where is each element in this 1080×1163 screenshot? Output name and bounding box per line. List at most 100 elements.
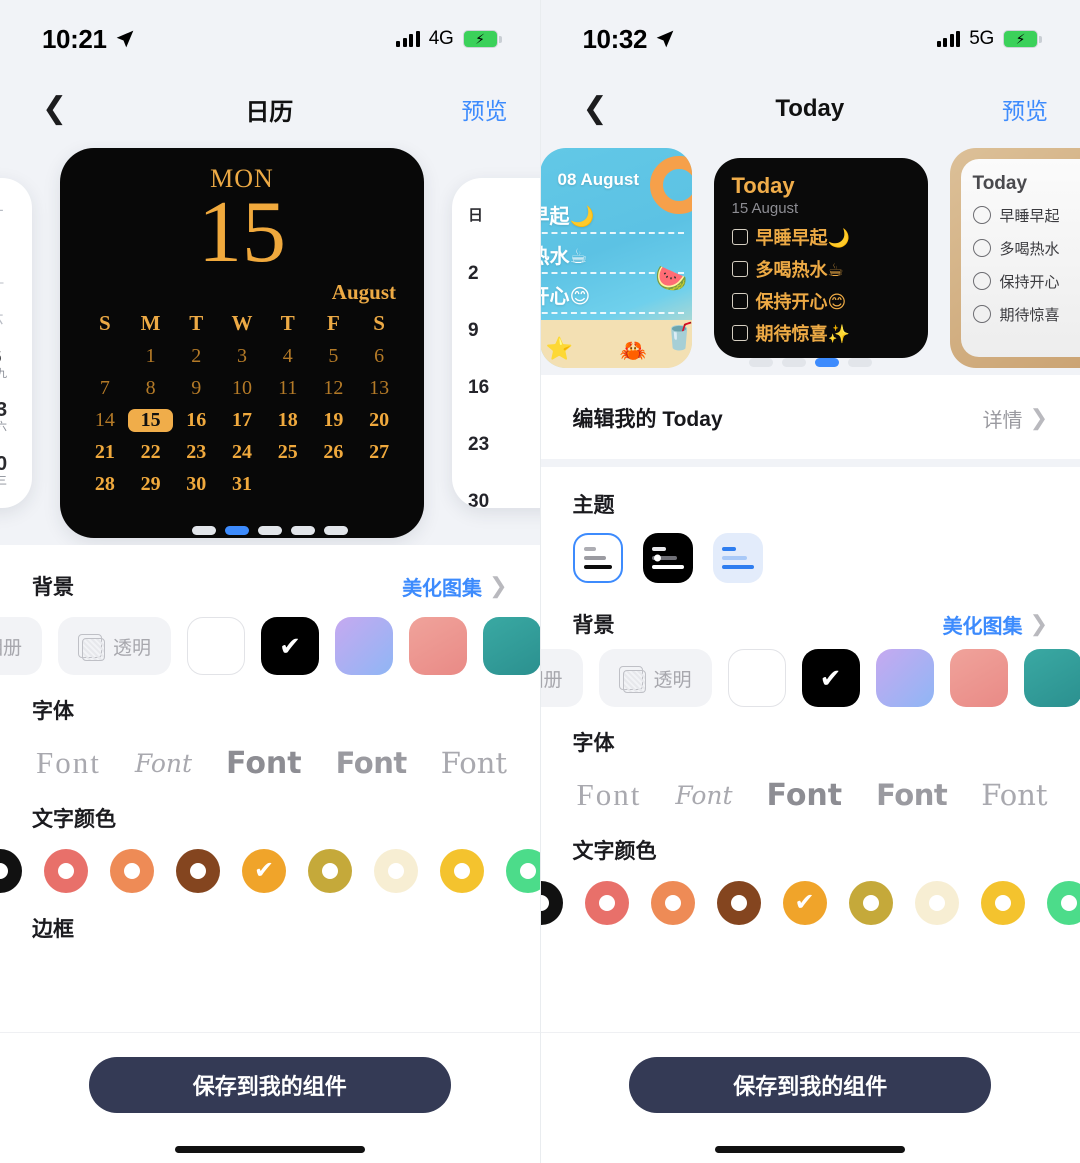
text-color-red[interactable]: [44, 849, 88, 893]
background-swatch-purple[interactable]: [875, 649, 934, 707]
font-option[interactable]: Font: [226, 746, 302, 781]
font-sample-strip[interactable]: Font Font Font Font Font F: [36, 735, 540, 781]
chevron-right-icon: ❯: [1029, 405, 1048, 430]
font-option[interactable]: Font: [336, 746, 408, 780]
carousel-card-prev[interactable]: 一 · — 六 6初九 13十六 20廿三 27八月: [0, 177, 32, 508]
background-swatch-pink[interactable]: [949, 649, 1008, 707]
carousel-card-next[interactable]: 日 2 9 16 23 30: [452, 177, 540, 508]
save-to-my-widgets-button[interactable]: 保存到我的组件: [629, 1057, 992, 1113]
carousel-page-dots[interactable]: [0, 526, 540, 535]
widget-preview-carousel[interactable]: 08 August 早起🌙 热水☕ 开心😊 惊喜✨ ⭐ 🦀 🍉 🥤 Today: [540, 140, 1080, 375]
text-color-strip[interactable]: ✔: [0, 843, 540, 893]
background-swatch-black-selected[interactable]: ✔: [801, 649, 860, 707]
checkbox-icon: [731, 292, 748, 309]
text-color-amber-selected[interactable]: ✔: [242, 849, 286, 893]
text-color-olive[interactable]: [848, 881, 893, 925]
text-color-orange[interactable]: [650, 881, 695, 925]
text-color-red[interactable]: [584, 881, 629, 925]
details-link[interactable]: 详情 ❯: [983, 404, 1048, 433]
beautify-gallery-link[interactable]: 美化图集 ❯: [402, 572, 507, 601]
text-color-brown[interactable]: [716, 881, 761, 925]
page-dot[interactable]: [781, 358, 806, 367]
page-dot[interactable]: [748, 358, 773, 367]
calendar-widget-preview[interactable]: MON 15 August S M T W T F S 1 2 3 4 5 6 …: [60, 147, 424, 538]
font-option[interactable]: Font: [577, 777, 642, 813]
back-button[interactable]: ❮: [573, 90, 618, 128]
font-section-header: 字体: [0, 675, 540, 735]
album-chip[interactable]: 相册: [0, 617, 43, 675]
background-label: 背景: [32, 576, 74, 599]
today-widget-item: 保持开心😊: [731, 288, 910, 314]
font-option[interactable]: Font: [675, 781, 732, 810]
text-color-green[interactable]: [506, 849, 540, 893]
page-dot-active[interactable]: [224, 526, 249, 535]
mini-cal-row: 20廿三: [0, 452, 8, 487]
preview-button[interactable]: 预览: [1002, 92, 1048, 126]
wood-theme-widget-preview[interactable]: Today 早睡早起 多喝热水 保持开心 期待惊喜: [949, 147, 1080, 368]
background-swatch-teal[interactable]: [483, 617, 540, 675]
font-option[interactable]: Font: [441, 746, 507, 780]
background-swatch-purple[interactable]: [335, 617, 394, 675]
beautify-gallery-link[interactable]: 美化图集 ❯: [943, 610, 1048, 639]
text-color-black[interactable]: [0, 849, 22, 893]
status-time: 10:21: [42, 23, 107, 54]
text-color-cream[interactable]: [914, 881, 959, 925]
transparent-chip[interactable]: 透明: [58, 617, 172, 675]
text-color-yellow[interactable]: [440, 849, 484, 893]
text-color-orange[interactable]: [110, 849, 154, 893]
background-swatch-strip[interactable]: 相册 透明 ✔: [0, 617, 540, 675]
album-chip[interactable]: 相册: [540, 649, 583, 707]
page-dot[interactable]: [323, 526, 348, 535]
font-option[interactable]: Font: [767, 778, 843, 813]
font-sample-strip[interactable]: Font Font Font Font Font F: [577, 767, 1080, 813]
page-dot[interactable]: [847, 358, 872, 367]
back-button[interactable]: ❮: [32, 90, 77, 128]
day-cell: 2: [191, 344, 202, 367]
today-item-label: 期待惊喜✨: [755, 323, 850, 344]
background-swatch-white[interactable]: [187, 617, 246, 675]
page-dot-active[interactable]: [814, 358, 839, 367]
text-color-amber-selected[interactable]: ✔: [782, 881, 827, 925]
font-option[interactable]: Font: [135, 749, 192, 778]
preview-button[interactable]: 预览: [461, 92, 507, 126]
theme-option-strip[interactable]: [541, 529, 1080, 601]
mini-cal-row: 13十六: [0, 399, 8, 434]
carousel-page-dots[interactable]: [541, 358, 1080, 367]
text-color-yellow[interactable]: [980, 881, 1025, 925]
theme-option-light-selected[interactable]: [572, 533, 623, 583]
widget-preview-carousel[interactable]: 一 · — 六 6初九 13十六 20廿三 27八月 MON 15 August: [0, 140, 540, 545]
text-color-green[interactable]: [1046, 881, 1080, 925]
page-dot[interactable]: [191, 526, 216, 535]
status-bar: 10:32 5G ⚡: [540, 0, 1080, 78]
font-option[interactable]: Font: [36, 745, 101, 781]
background-swatch-white[interactable]: [727, 649, 786, 707]
transparent-chip[interactable]: 透明: [598, 649, 712, 707]
today-widget-preview[interactable]: Today 15 August 早睡早起🌙 多喝热水☕ 保持开心😊 期待惊喜✨: [713, 157, 928, 358]
day-cell: 16: [186, 408, 207, 431]
theme-option-blue[interactable]: [712, 533, 763, 583]
text-color-black[interactable]: [540, 881, 563, 925]
theme-option-dark[interactable]: [642, 533, 693, 583]
font-option[interactable]: Font: [876, 778, 948, 812]
background-swatch-strip[interactable]: 相册 透明 ✔: [540, 649, 1080, 707]
edit-my-today-label: 编辑我的 Today: [572, 408, 723, 431]
font-option[interactable]: Font: [981, 778, 1047, 812]
text-color-strip[interactable]: ✔: [540, 875, 1080, 925]
save-to-my-widgets-button[interactable]: 保存到我的组件: [88, 1057, 451, 1113]
battery-charging-icon: ⚡: [1003, 30, 1042, 48]
day-cell: [82, 345, 128, 368]
background-swatch-pink[interactable]: [409, 617, 468, 675]
text-color-cream[interactable]: [374, 849, 418, 893]
font-label: 字体: [572, 732, 615, 755]
text-color-olive[interactable]: [308, 849, 352, 893]
page-dot[interactable]: [257, 526, 282, 535]
text-color-brown[interactable]: [176, 849, 220, 893]
widget-month-grid: S M T W T F S 1 2 3 4 5 6 7 8 9 10 11 12…: [82, 311, 402, 496]
background-swatch-black-selected[interactable]: ✔: [261, 617, 320, 675]
wood-widget-item: 保持开心: [972, 271, 1080, 292]
background-swatch-teal[interactable]: [1023, 649, 1080, 707]
edit-my-today-row[interactable]: 编辑我的 Today 详情 ❯: [540, 375, 1080, 467]
beach-theme-widget-preview[interactable]: 08 August 早起🌙 热水☕ 开心😊 惊喜✨ ⭐ 🦀 🍉 🥤: [540, 147, 692, 368]
page-dot[interactable]: [290, 526, 315, 535]
mini-cal-row: ·: [0, 239, 18, 255]
